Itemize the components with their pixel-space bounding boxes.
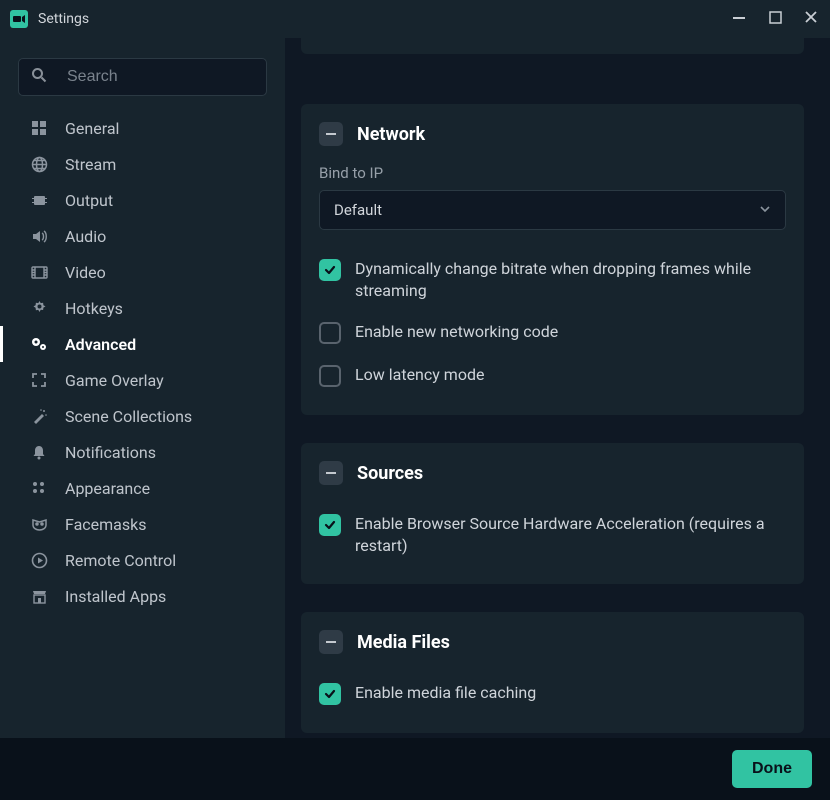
sidebar-item-label: Remote Control: [65, 551, 176, 570]
sidebar-item-advanced[interactable]: Advanced: [0, 326, 285, 362]
sidebar-item-label: Scene Collections: [65, 407, 192, 426]
expand-icon: [29, 370, 49, 390]
minimize-icon[interactable]: [730, 10, 748, 28]
search-input[interactable]: [18, 58, 267, 96]
chevron-down-icon: [759, 201, 771, 219]
checkbox-row-low-latency: Low latency mode: [319, 354, 786, 397]
done-button[interactable]: Done: [732, 750, 812, 788]
footer: Done: [0, 738, 830, 800]
sidebar-item-label: Output: [65, 191, 113, 210]
panel-title-network: Network: [357, 124, 425, 145]
sidebar-item-label: Installed Apps: [65, 587, 166, 606]
volume-icon: [29, 226, 49, 246]
gear-icon: [29, 298, 49, 318]
close-icon[interactable]: [802, 10, 820, 28]
sidebar-item-label: Facemasks: [65, 515, 147, 534]
sidebar-item-label: Hotkeys: [65, 299, 123, 318]
checkbox-media-cache[interactable]: [319, 683, 341, 705]
checkbox-row-hw-accel: Enable Browser Source Hardware Accelerat…: [319, 503, 786, 566]
sidebar-item-video[interactable]: Video: [0, 254, 285, 290]
bind-ip-label: Bind to IP: [319, 164, 786, 182]
checkbox-label: Low latency mode: [355, 364, 484, 386]
maximize-icon[interactable]: [766, 10, 784, 28]
sidebar-item-label: Game Overlay: [65, 371, 164, 390]
sidebar-item-label: Video: [65, 263, 106, 282]
sidebar-item-remote-control[interactable]: Remote Control: [0, 542, 285, 578]
shop-icon: [29, 586, 49, 606]
app-icon: [10, 10, 28, 28]
sidebar-item-scene-collections[interactable]: Scene Collections: [0, 398, 285, 434]
checkbox-row-dyn-bitrate: Dynamically change bitrate when dropping…: [319, 248, 786, 311]
window-title: Settings: [38, 11, 89, 27]
mask-icon: [29, 514, 49, 534]
panel-title-sources: Sources: [357, 463, 423, 484]
panel-peek-above: [301, 38, 804, 54]
checkbox-row-media-cache: Enable media file caching: [319, 672, 786, 715]
play-icon: [29, 550, 49, 570]
checkbox-label: Enable media file caching: [355, 682, 536, 704]
sidebar-item-appearance[interactable]: Appearance: [0, 470, 285, 506]
sidebar-item-label: General: [65, 119, 119, 138]
dots-icon: [29, 478, 49, 498]
sidebar-item-stream[interactable]: Stream: [0, 146, 285, 182]
grid-icon: [29, 118, 49, 138]
bell-icon: [29, 442, 49, 462]
panel-media-files: Media Files Enable media file caching: [301, 612, 804, 733]
sidebar-item-label: Audio: [65, 227, 106, 246]
checkbox-label: Enable Browser Source Hardware Accelerat…: [355, 513, 786, 556]
main-content: Network Bind to IP Default Dynamically c…: [285, 38, 830, 738]
panel-network: Network Bind to IP Default Dynamically c…: [301, 104, 804, 415]
sidebar-item-audio[interactable]: Audio: [0, 218, 285, 254]
checkbox-dyn-bitrate[interactable]: [319, 259, 341, 281]
window-controls: [730, 10, 820, 28]
sidebar-item-hotkeys[interactable]: Hotkeys: [0, 290, 285, 326]
search-icon: [31, 67, 57, 87]
search-field[interactable]: [67, 68, 274, 86]
sidebar-item-notifications[interactable]: Notifications: [0, 434, 285, 470]
checkbox-new-net[interactable]: [319, 322, 341, 344]
sidebar-item-label: Stream: [65, 155, 116, 174]
sidebar-item-label: Appearance: [65, 479, 150, 498]
checkbox-hw-accel[interactable]: [319, 514, 341, 536]
wand-icon: [29, 406, 49, 426]
sidebar-item-output[interactable]: Output: [0, 182, 285, 218]
bind-ip-value: Default: [334, 201, 382, 219]
sidebar-item-game-overlay[interactable]: Game Overlay: [0, 362, 285, 398]
bind-ip-select[interactable]: Default: [319, 190, 786, 230]
sidebar-item-label: Advanced: [65, 335, 136, 354]
checkbox-low-latency[interactable]: [319, 365, 341, 387]
film-icon: [29, 262, 49, 282]
checkbox-label: Enable new networking code: [355, 321, 558, 343]
panel-sources: Sources Enable Browser Source Hardware A…: [301, 443, 804, 584]
checkbox-label: Dynamically change bitrate when dropping…: [355, 258, 786, 301]
collapse-button-sources[interactable]: [319, 461, 343, 485]
collapse-button-network[interactable]: [319, 122, 343, 146]
gears-icon: [29, 334, 49, 354]
title-bar: Settings: [0, 0, 830, 38]
sidebar-item-label: Notifications: [65, 443, 156, 462]
chip-icon: [29, 190, 49, 210]
checkbox-row-new-net: Enable new networking code: [319, 311, 786, 354]
globe-icon: [29, 154, 49, 174]
sidebar: General Stream Output Audio Video Hotkeys Adva…: [0, 38, 285, 738]
panel-title-media: Media Files: [357, 632, 450, 653]
collapse-button-media[interactable]: [319, 630, 343, 654]
sidebar-item-facemasks[interactable]: Facemasks: [0, 506, 285, 542]
sidebar-item-installed-apps[interactable]: Installed Apps: [0, 578, 285, 614]
sidebar-item-general[interactable]: General: [0, 110, 285, 146]
